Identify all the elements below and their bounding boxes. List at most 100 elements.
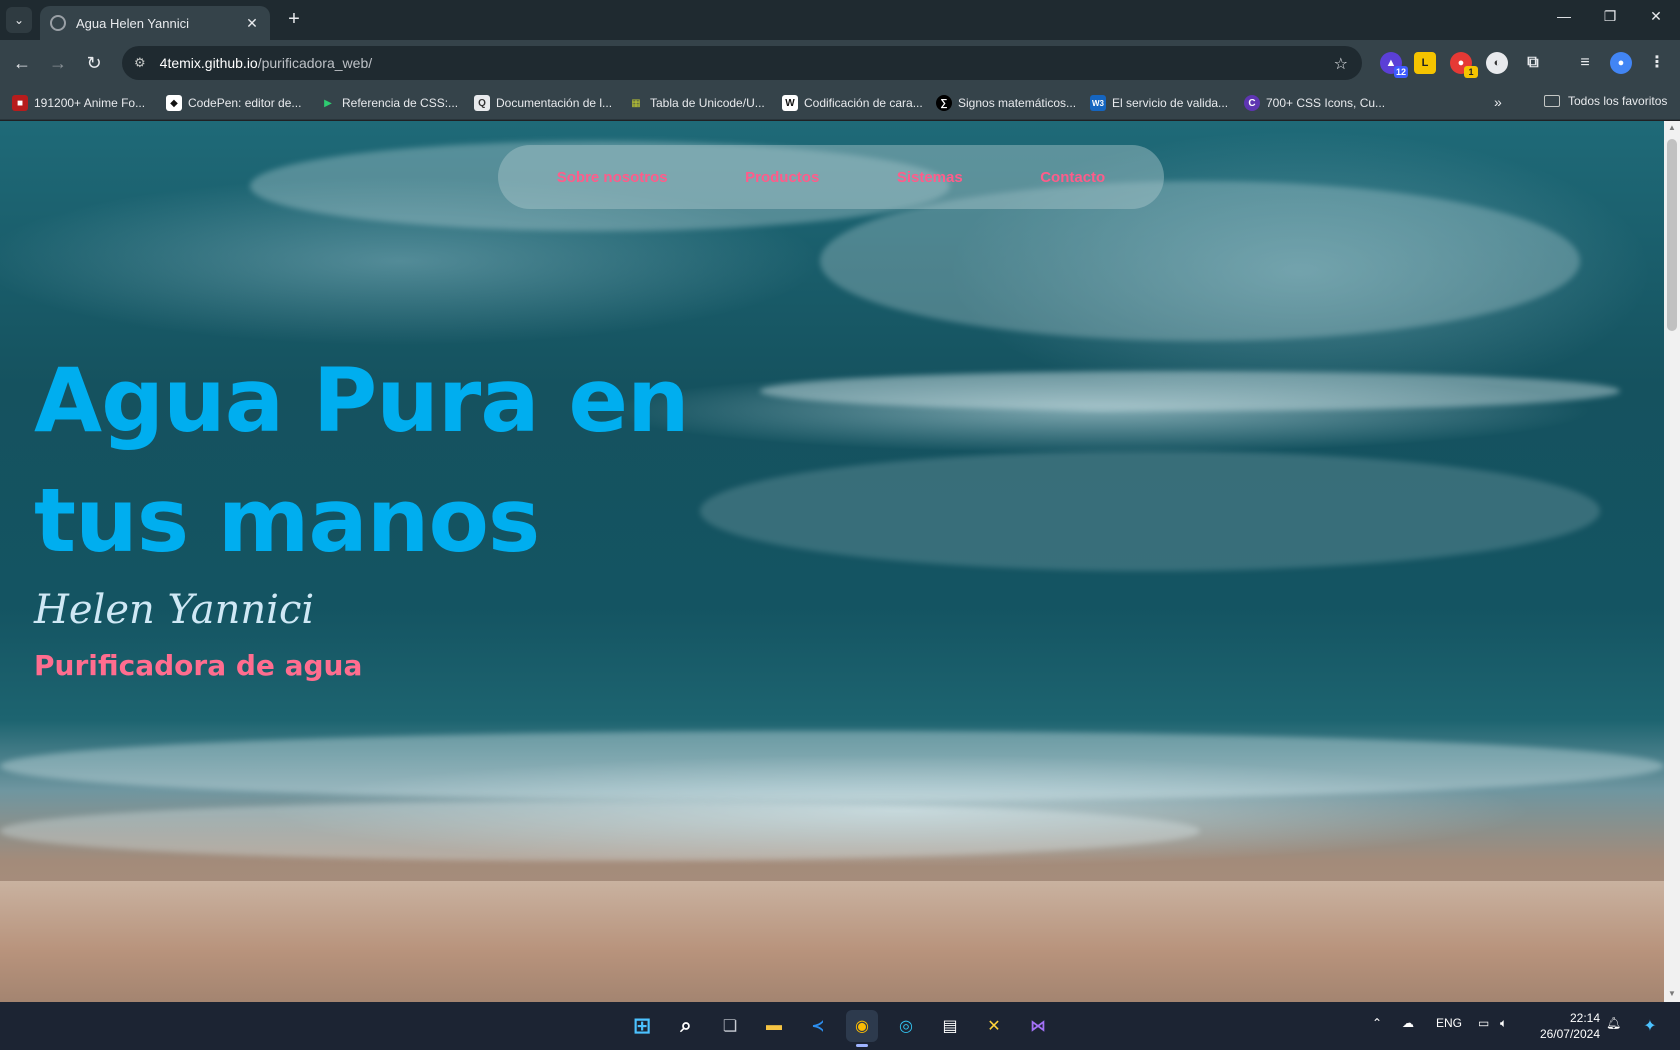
hero-brand-name: Helen Yannici [34, 587, 315, 633]
folder-label: Todos los favoritos [1568, 94, 1668, 108]
bookmark-item[interactable]: ▦ Tabla de Unicode/U... [628, 94, 765, 112]
bookmarks-bar: ■ 191200+ Anime Fo... ◆ CodePen: editor de… [0, 86, 1680, 120]
back-button[interactable]: ← [10, 51, 34, 75]
bookmark-label: CodePen: editor de... [188, 96, 302, 110]
file-explorer-icon[interactable]: ▬ [758, 1010, 790, 1042]
bookmark-label: El servicio de valida... [1112, 96, 1229, 110]
ext-badge: 12 [1393, 66, 1408, 78]
nav-productos[interactable]: Productos [745, 169, 819, 186]
tab-title: Agua Helen Yannici [76, 15, 189, 31]
main-nav: Sobre nosotros Productos Sistemas Contac… [498, 145, 1164, 209]
bookmark-item[interactable]: Q Documentación de l... [474, 94, 612, 112]
volume-icon[interactable]: 🔈︎ [1500, 1016, 1507, 1031]
bookmark-item[interactable]: ■ 191200+ Anime Fo... [12, 94, 145, 112]
restore-button[interactable]: ❐ [1598, 8, 1622, 25]
windows-start-icon[interactable]: ⊞ [626, 1010, 658, 1042]
nav-sistemas[interactable]: Sistemas [897, 169, 963, 186]
hero-title-line1: Agua Pura en [34, 349, 690, 452]
system-clock[interactable]: 22:14 26/07/2024 [1530, 1010, 1600, 1042]
bookmark-favicon-icon: W [782, 95, 798, 111]
bookmark-label: Codificación de cara... [804, 96, 923, 110]
hero-title-line2: tus manos [34, 469, 540, 572]
new-tab-button[interactable]: + [282, 8, 306, 32]
visual-studio-icon[interactable]: ⋈ [1022, 1010, 1054, 1042]
ext-record-icon[interactable]: ● 1 [1450, 52, 1478, 78]
bookmark-label: 191200+ Anime Fo... [34, 96, 146, 110]
scroll-down-icon[interactable]: ▼ [1668, 989, 1676, 998]
bookmark-label: Documentación de l... [496, 96, 613, 110]
language-indicator[interactable]: ENG [1436, 1016, 1462, 1030]
extensions-puzzle-icon[interactable]: ⧉ [1522, 52, 1544, 74]
bookmark-item[interactable]: W3 El servicio de valida... [1090, 94, 1228, 112]
chrome-icon[interactable]: ◉ [846, 1010, 878, 1047]
store-icon[interactable]: ▤ [934, 1010, 966, 1042]
folder-icon [1544, 95, 1560, 107]
copilot-icon[interactable]: ✦ [1634, 1010, 1666, 1042]
window-close-button[interactable]: ✕ [1644, 8, 1668, 25]
chevron-down-icon: ⌄ [13, 13, 25, 27]
nav-contacto[interactable]: Contacto [1040, 169, 1105, 186]
notification-bell-icon[interactable]: 🔔︎ [1606, 1016, 1621, 1030]
nav-sobre-nosotros[interactable]: Sobre nosotros [557, 169, 668, 186]
reload-icon: ↻ [86, 53, 102, 73]
beach-sand [0, 881, 1664, 1002]
browser-tab[interactable]: Agua Helen Yannici ✕ [40, 6, 270, 40]
url-host: 4temix.github.io [159, 55, 258, 71]
scroll-thumb[interactable] [1667, 139, 1677, 331]
chevron-up-icon[interactable]: ⌃ [1372, 1016, 1382, 1030]
bookmark-label: 700+ CSS Icons, Cu... [1266, 96, 1386, 110]
profile-avatar[interactable]: ● [1610, 52, 1632, 74]
bookmark-label: Referencia de CSS:... [342, 96, 459, 110]
bookmark-favicon-icon: C [1244, 95, 1260, 111]
edge-icon[interactable]: ◎ [890, 1010, 922, 1042]
reading-list-icon[interactable]: ≡ [1574, 52, 1596, 74]
ext-cap-icon[interactable]: ▲ 12 [1380, 52, 1408, 78]
browser-toolbar: ← → ↻ ⚙ 4temix.github.io /purificadora_w… [0, 40, 1680, 86]
task-view-icon[interactable]: ❏ [714, 1010, 746, 1042]
all-bookmarks-folder[interactable]: Todos los favoritos [1544, 94, 1667, 108]
bookmark-item[interactable]: ◆ CodePen: editor de... [166, 94, 301, 112]
bookmarks-overflow-button[interactable]: » [1494, 94, 1502, 110]
bookmark-label: Tabla de Unicode/U... [650, 96, 765, 110]
url-path: /purificadora_web/ [257, 55, 373, 71]
tab-search-button[interactable]: ⌄ [6, 7, 32, 33]
app-icon[interactable]: ✕ [978, 1010, 1010, 1042]
page-scrollbar[interactable]: ▲ ▼ [1664, 121, 1680, 1002]
site-settings-icon[interactable]: ⚙ [134, 55, 146, 71]
arrow-right-icon: → [49, 53, 67, 73]
cloud-icon[interactable]: ☁ [1402, 1016, 1414, 1030]
bookmark-item[interactable]: ∑ Signos matemáticos... [936, 94, 1076, 112]
bookmark-favicon-icon: ▦ [631, 97, 641, 109]
bookmark-item[interactable]: W Codificación de cara... [782, 94, 923, 112]
windows-taskbar: ⊞ ⌕ ❏ ▬ ≺ ◉ ◎ ▤ ✕ ⋈ ⌃ ☁ ENG ▭ 🔈︎ 22:14 2… [0, 1002, 1680, 1050]
scroll-up-icon[interactable]: ▲ [1668, 123, 1676, 132]
ext-circle-icon[interactable]: ◐ [1486, 52, 1508, 74]
minimize-button[interactable]: — [1552, 8, 1576, 24]
forward-button[interactable]: → [46, 51, 70, 75]
bookmark-favicon-icon: ◆ [166, 95, 182, 111]
bookmark-star-icon[interactable]: ☆ [1334, 54, 1348, 74]
address-bar[interactable]: ⚙ 4temix.github.io /purificadora_web/ ☆ [122, 46, 1362, 80]
menu-kebab-icon[interactable]: ⋮ [1646, 52, 1668, 74]
globe-icon [50, 15, 66, 31]
network-icon[interactable]: ▭ [1478, 1016, 1489, 1030]
wave-foam [700, 451, 1600, 571]
bookmark-favicon-icon: Q [474, 95, 490, 111]
ext-badge: 1 [1464, 66, 1478, 78]
bookmark-item[interactable]: ▶ Referencia de CSS:... [320, 94, 458, 112]
tab-close-icon[interactable]: ✕ [244, 15, 260, 32]
hero-title: Agua Pura en tus manos [34, 341, 734, 581]
reload-button[interactable]: ↻ [82, 51, 106, 75]
bookmark-favicon-icon: ∑ [936, 95, 952, 111]
arrow-left-icon: ← [13, 53, 31, 73]
hero-subtitle: Purificadora de agua [34, 649, 363, 682]
bookmark-item[interactable]: C 700+ CSS Icons, Cu... [1244, 94, 1385, 112]
page-viewport: Sobre nosotros Productos Sistemas Contac… [0, 121, 1664, 1002]
bookmark-favicon-icon: ■ [12, 95, 28, 111]
bookmark-favicon-icon: W3 [1090, 95, 1106, 111]
vscode-icon[interactable]: ≺ [802, 1010, 834, 1042]
ext-note-icon[interactable]: L [1414, 52, 1436, 74]
search-icon[interactable]: ⌕ [670, 1010, 702, 1042]
bookmark-label: Signos matemáticos... [958, 96, 1077, 110]
bookmark-favicon-icon: ▶ [324, 97, 332, 109]
